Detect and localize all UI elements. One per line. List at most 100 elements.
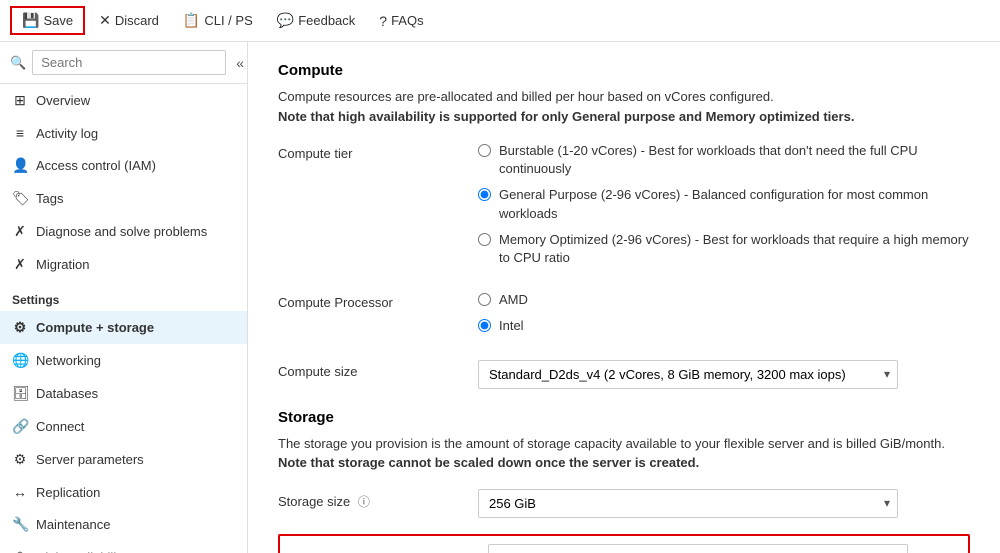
tier-burstable-label[interactable]: Burstable (1-20 vCores) - Best for workl… bbox=[499, 142, 970, 178]
storage-size-info-icon[interactable]: ⓘ bbox=[358, 495, 370, 509]
faqs-button[interactable]: ? FAQs bbox=[369, 9, 433, 33]
tier-burstable-radio[interactable] bbox=[478, 144, 491, 157]
content-area: Compute Compute resources are pre-alloca… bbox=[248, 42, 1000, 553]
feedback-icon: 💬 bbox=[277, 12, 294, 29]
compute-processor-controls: AMD Intel bbox=[478, 291, 970, 343]
save-label: Save bbox=[43, 13, 73, 28]
discard-icon: ✕ bbox=[99, 12, 111, 29]
compute-tier-label: Compute tier bbox=[278, 142, 478, 161]
search-magnifier-icon: 🔍 bbox=[10, 55, 26, 71]
storage-desc2: Note that storage cannot be scaled down … bbox=[278, 455, 699, 470]
sidebar-item-label: Networking bbox=[36, 353, 101, 368]
sidebar-item-diagnose[interactable]: ✗ Diagnose and solve problems bbox=[0, 215, 247, 248]
storage-size-controls: 256 GiB ▾ bbox=[478, 489, 970, 518]
tier-general-label[interactable]: General Purpose (2-96 vCores) - Balanced… bbox=[499, 186, 970, 222]
sidebar-item-label: Tags bbox=[36, 191, 63, 206]
compute-tier-controls: Burstable (1-20 vCores) - Best for workl… bbox=[478, 142, 970, 275]
sidebar-item-databases[interactable]: 🗄 Databases bbox=[0, 377, 247, 410]
sidebar-item-label: Diagnose and solve problems bbox=[36, 224, 207, 239]
sidebar-item-label: Access control (IAM) bbox=[36, 158, 156, 173]
sidebar-search-area: 🔍 « bbox=[0, 42, 247, 84]
compute-desc2: Note that high availability is supported… bbox=[278, 109, 854, 124]
cli-ps-button[interactable]: 📋 CLI / PS bbox=[173, 8, 263, 33]
feedback-button[interactable]: 💬 Feedback bbox=[267, 8, 366, 33]
sidebar-item-label: Replication bbox=[36, 485, 100, 500]
processor-amd-label[interactable]: AMD bbox=[499, 291, 528, 309]
sidebar-item-label: Maintenance bbox=[36, 517, 110, 532]
databases-icon: 🗄 bbox=[12, 385, 28, 402]
sidebar-item-connect[interactable]: 🔗 Connect bbox=[0, 410, 247, 443]
performance-tier-select[interactable]: P15 (1100 iops) bbox=[488, 544, 908, 553]
save-icon: 💾 bbox=[22, 12, 39, 29]
performance-tier-select-wrapper: P15 (1100 iops) ▾ bbox=[488, 544, 908, 553]
server-params-icon: ⚙ bbox=[12, 451, 28, 468]
sidebar: 🔍 « ⊞ Overview ≡ Activity log 👤 Access c… bbox=[0, 42, 248, 553]
tier-memory-radio[interactable] bbox=[478, 233, 491, 246]
search-input[interactable] bbox=[32, 50, 226, 75]
compute-size-controls: Standard_D2ds_v4 (2 vCores, 8 GiB memory… bbox=[478, 360, 970, 389]
discard-button[interactable]: ✕ Discard bbox=[89, 8, 169, 33]
sidebar-item-label: Overview bbox=[36, 93, 90, 108]
tags-icon: 🏷 bbox=[12, 190, 28, 207]
sidebar-item-access-control[interactable]: 👤 Access control (IAM) bbox=[0, 149, 247, 182]
storage-size-select-wrapper: 256 GiB ▾ bbox=[478, 489, 898, 518]
compute-size-row: Compute size Standard_D2ds_v4 (2 vCores,… bbox=[278, 360, 970, 389]
networking-icon: 🌐 bbox=[12, 352, 28, 369]
cli-icon: 📋 bbox=[183, 12, 200, 29]
compute-storage-icon: ⚙ bbox=[12, 319, 28, 336]
tier-memory-label[interactable]: Memory Optimized (2-96 vCores) - Best fo… bbox=[499, 231, 970, 267]
discard-label: Discard bbox=[115, 13, 159, 28]
storage-size-label: Storage size ⓘ bbox=[278, 489, 478, 510]
sidebar-item-server-parameters[interactable]: ⚙ Server parameters bbox=[0, 443, 247, 476]
sidebar-item-high-availability[interactable]: ⬡ High availability bbox=[0, 541, 247, 553]
processor-amd-radio[interactable] bbox=[478, 293, 491, 306]
access-control-icon: 👤 bbox=[12, 157, 28, 174]
sidebar-item-networking[interactable]: 🌐 Networking bbox=[0, 344, 247, 377]
compute-processor-row: Compute Processor AMD Intel bbox=[278, 291, 970, 343]
settings-section-label: Settings bbox=[0, 281, 247, 311]
activity-log-icon: ≡ bbox=[12, 125, 28, 141]
save-button[interactable]: 💾 Save bbox=[10, 6, 85, 35]
connect-icon: 🔗 bbox=[12, 418, 28, 435]
processor-amd-option: AMD bbox=[478, 291, 970, 309]
compute-desc1: Compute resources are pre-allocated and … bbox=[278, 89, 774, 104]
compute-title: Compute bbox=[278, 62, 970, 79]
compute-size-select-wrapper: Standard_D2ds_v4 (2 vCores, 8 GiB memory… bbox=[478, 360, 898, 389]
processor-intel-option: Intel bbox=[478, 317, 970, 335]
sidebar-item-label: Activity log bbox=[36, 126, 98, 141]
sidebar-item-overview[interactable]: ⊞ Overview bbox=[0, 84, 247, 117]
faqs-icon: ? bbox=[379, 13, 387, 29]
tier-memory-option: Memory Optimized (2-96 vCores) - Best fo… bbox=[478, 231, 970, 267]
sidebar-item-migration[interactable]: ✗ Migration bbox=[0, 248, 247, 281]
cli-ps-label: CLI / PS bbox=[204, 13, 252, 28]
storage-section: Storage The storage you provision is the… bbox=[278, 409, 970, 553]
storage-title: Storage bbox=[278, 409, 970, 426]
high-availability-icon: ⬡ bbox=[12, 549, 28, 553]
toolbar: 💾 Save ✕ Discard 📋 CLI / PS 💬 Feedback ?… bbox=[0, 0, 1000, 42]
compute-size-select[interactable]: Standard_D2ds_v4 (2 vCores, 8 GiB memory… bbox=[478, 360, 898, 389]
storage-desc1: The storage you provision is the amount … bbox=[278, 436, 945, 451]
compute-description: Compute resources are pre-allocated and … bbox=[278, 87, 970, 126]
performance-tier-row: Performance Tier ⓘ P15 (1100 iops) ▾ bbox=[278, 534, 970, 553]
compute-tier-row: Compute tier Burstable (1-20 vCores) - B… bbox=[278, 142, 970, 275]
replication-icon: ↔ bbox=[12, 484, 28, 500]
tier-general-radio[interactable] bbox=[478, 188, 491, 201]
sidebar-item-compute-storage[interactable]: ⚙ Compute + storage bbox=[0, 311, 247, 344]
processor-intel-label[interactable]: Intel bbox=[499, 317, 524, 335]
processor-intel-radio[interactable] bbox=[478, 319, 491, 332]
storage-size-select[interactable]: 256 GiB bbox=[478, 489, 898, 518]
diagnose-icon: ✗ bbox=[12, 223, 28, 240]
sidebar-item-maintenance[interactable]: 🔧 Maintenance bbox=[0, 508, 247, 541]
sidebar-item-activity-log[interactable]: ≡ Activity log bbox=[0, 117, 247, 149]
tier-burstable-option: Burstable (1-20 vCores) - Best for workl… bbox=[478, 142, 970, 178]
faqs-label: FAQs bbox=[391, 13, 424, 28]
performance-tier-controls: P15 (1100 iops) ▾ bbox=[488, 544, 960, 553]
feedback-label: Feedback bbox=[298, 13, 355, 28]
collapse-sidebar-button[interactable]: « bbox=[232, 53, 248, 73]
sidebar-item-label: Migration bbox=[36, 257, 89, 272]
compute-size-label: Compute size bbox=[278, 360, 478, 379]
sidebar-item-label: Server parameters bbox=[36, 452, 144, 467]
sidebar-item-tags[interactable]: 🏷 Tags bbox=[0, 182, 247, 215]
sidebar-item-replication[interactable]: ↔ Replication bbox=[0, 476, 247, 508]
storage-size-row: Storage size ⓘ 256 GiB ▾ bbox=[278, 489, 970, 518]
